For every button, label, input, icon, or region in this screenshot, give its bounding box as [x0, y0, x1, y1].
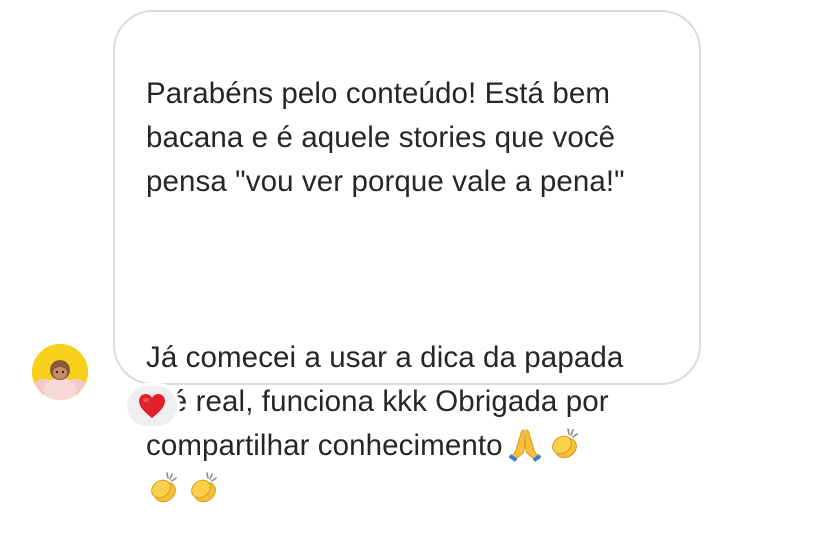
- sender-avatar[interactable]: [32, 344, 88, 400]
- reaction-badge[interactable]: [124, 383, 180, 429]
- message-text: Parabéns pelo conteúdo! Está bem bacana …: [146, 28, 686, 556]
- folded-hands-icon: [508, 429, 541, 462]
- clapping-hands-icon-3: [191, 472, 217, 503]
- red-heart-icon: [139, 394, 165, 418]
- clapping-hands-icon-2: [151, 472, 177, 503]
- clapping-hands-icon: [551, 428, 578, 459]
- avatar-image: [32, 344, 88, 400]
- message-paragraph-1: Parabéns pelo conteúdo! Está bem bacana …: [146, 77, 625, 198]
- message-paragraph-2: Já comecei a usar a dica da papada e é r…: [146, 336, 686, 512]
